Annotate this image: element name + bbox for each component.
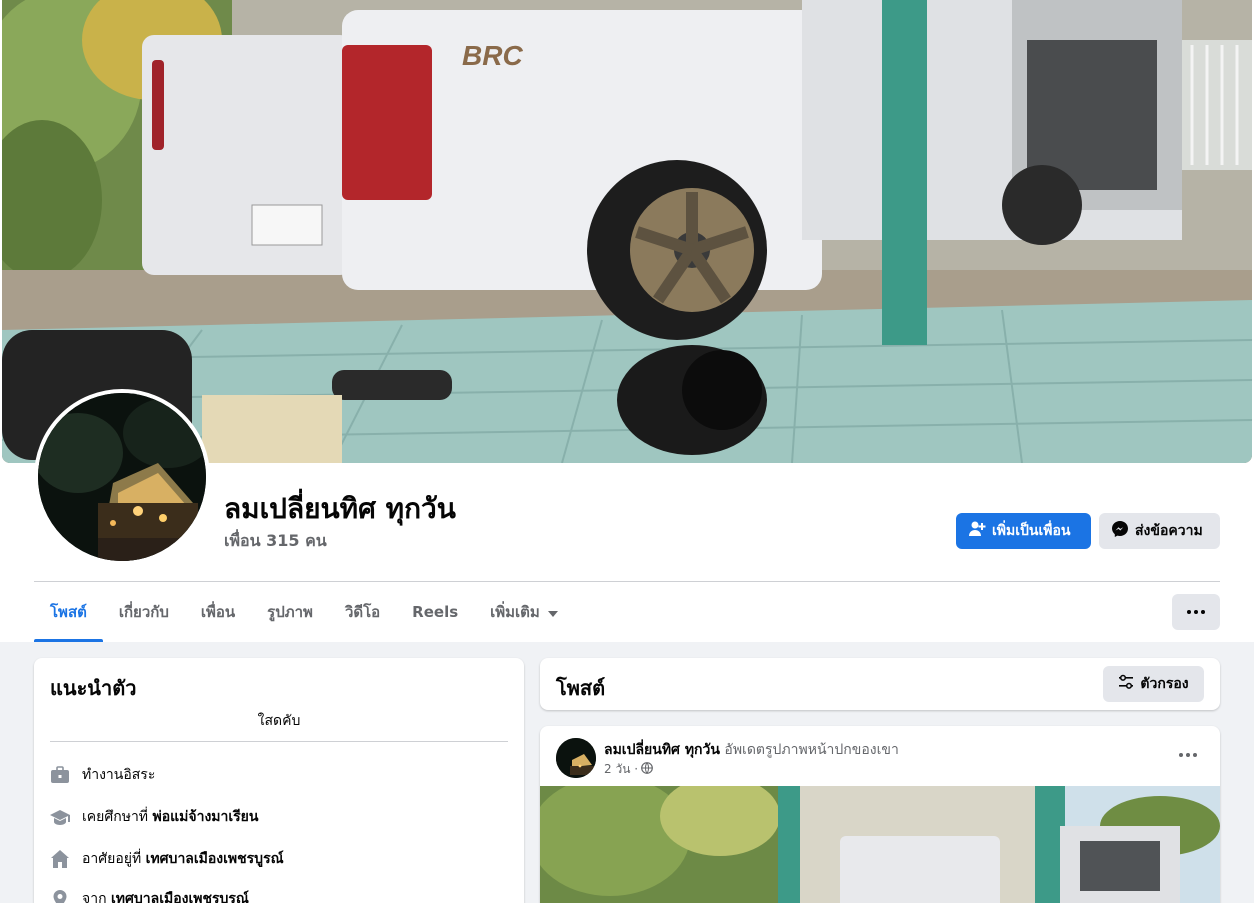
add-friend-icon [968, 520, 986, 542]
filter-icon [1118, 674, 1134, 694]
svg-text:BRC: BRC [462, 40, 523, 71]
tab-about[interactable]: เกี่ยวกับ [103, 582, 185, 642]
profile-more-button[interactable] [1172, 594, 1220, 630]
tab-posts[interactable]: โพสต์ [34, 582, 103, 642]
add-friend-label: เพิ่มเป็นเพื่อน [992, 523, 1071, 539]
globe-icon [641, 762, 653, 777]
graduation-cap-icon [50, 807, 70, 827]
post-header: ลมเปลี่ยนทิศ ทุกวัน อัพเดตรูปภาพหน้าปกขอ… [604, 739, 899, 761]
intro-education-value[interactable]: พ่อแม่จ้างมาเรียน [153, 809, 259, 825]
intro-lives-value[interactable]: เทศบาลเมืองเพชรบูรณ์ [146, 851, 284, 867]
intro-lives-in: อาศัยอยู่ที่ เทศบาลเมืองเพชรบูรณ์ [50, 848, 284, 870]
profile-name: ลมเปลี่ยนทิศ ทุกวัน [224, 492, 456, 525]
intro-from-value[interactable]: เทศบาลเมืองเพชรบูรณ์ [111, 891, 249, 903]
tab-photos[interactable]: รูปภาพ [251, 582, 329, 642]
post-time[interactable]: 2 วัน · [604, 760, 638, 779]
more-dots-icon [1179, 753, 1183, 757]
intro-lives-prefix: อาศัยอยู่ที่ [82, 851, 146, 867]
intro-bio: ใสดคับ [257, 713, 301, 729]
briefcase-icon [50, 765, 70, 785]
cover-photo[interactable]: BRC [2, 0, 1252, 463]
friends-count[interactable]: เพื่อน 315 คน [224, 529, 327, 554]
tab-videos[interactable]: วิดีโอ [329, 582, 396, 642]
post-author-name[interactable]: ลมเปลี่ยนทิศ ทุกวัน [604, 742, 720, 758]
messenger-icon [1111, 520, 1129, 542]
intro-from-prefix: จาก [82, 891, 111, 903]
message-button[interactable]: ส่งข้อความ [1099, 513, 1220, 549]
post-card: ลมเปลี่ยนทิศ ทุกวัน อัพเดตรูปภาพหน้าปกขอ… [540, 726, 1220, 903]
posts-header-card: โพสต์ ตัวกรอง [540, 658, 1220, 710]
intro-work-text: ทำงานอิสระ [82, 767, 156, 783]
intro-title: แนะนำตัว [50, 676, 137, 700]
filter-label: ตัวกรอง [1140, 676, 1189, 692]
posts-title: โพสต์ [556, 676, 606, 700]
profile-tabs: โพสต์ เกี่ยวกับ เพื่อน รูปภาพ วิดีโอ Ree… [34, 582, 574, 642]
post-author-avatar[interactable] [556, 738, 596, 778]
intro-education: เคยศึกษาที่ พ่อแม่จ้างมาเรียน [50, 806, 258, 828]
home-icon [50, 849, 70, 869]
profile-header: BRC ลมเปลี่ยนทิศ ทุกวัน เพื่อน 315 คน เพ… [0, 0, 1254, 642]
tab-reels[interactable]: Reels [396, 582, 474, 642]
intro-from: จาก เทศบาลเมืองเพชรบูรณ์ [50, 888, 249, 903]
message-label: ส่งข้อความ [1135, 523, 1203, 539]
tab-more-label: เพิ่มเติม [490, 603, 540, 621]
location-pin-icon [50, 889, 70, 903]
intro-divider [50, 741, 508, 742]
intro-work: ทำงานอิสระ [50, 764, 155, 786]
post-meta: 2 วัน · [604, 760, 653, 779]
post-options-button[interactable] [1170, 743, 1206, 767]
add-friend-button[interactable]: เพิ่มเป็นเพื่อน [956, 513, 1091, 549]
tab-friends[interactable]: เพื่อน [185, 582, 251, 642]
intro-card: แนะนำตัว ใสดคับ ทำงานอิสระ เคยศึกษาที่ พ… [34, 658, 524, 903]
intro-education-prefix: เคยศึกษาที่ [82, 809, 153, 825]
post-action-text: อัพเดตรูปภาพหน้าปกของเขา [724, 742, 899, 758]
filter-button[interactable]: ตัวกรอง [1103, 666, 1204, 702]
caret-down-icon [547, 603, 558, 621]
post-image[interactable] [540, 786, 1220, 903]
tab-more[interactable]: เพิ่มเติม [474, 582, 574, 642]
profile-avatar[interactable] [34, 389, 210, 565]
more-dots-icon [1187, 610, 1191, 614]
